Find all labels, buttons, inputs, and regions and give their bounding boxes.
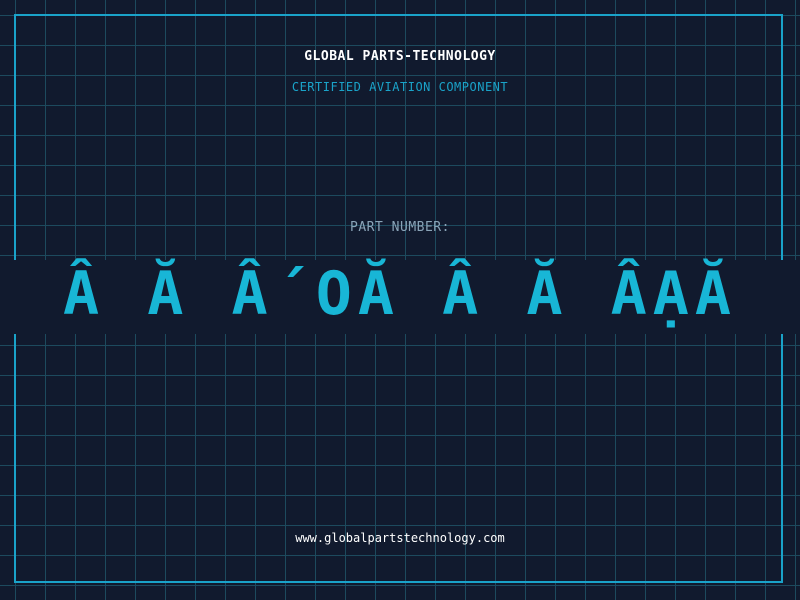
part-number-value: Â Ă Â´OĂ Â Ă ÂẠĂ: [63, 259, 737, 329]
company-name: GLOBAL PARTS-TECHNOLOGY: [304, 49, 496, 64]
part-number-label: PART NUMBER:: [350, 220, 450, 235]
certification-subtitle: CERTIFIED AVIATION COMPONENT: [291, 80, 509, 94]
website-url: www.globalpartstechnology.com: [295, 531, 505, 545]
